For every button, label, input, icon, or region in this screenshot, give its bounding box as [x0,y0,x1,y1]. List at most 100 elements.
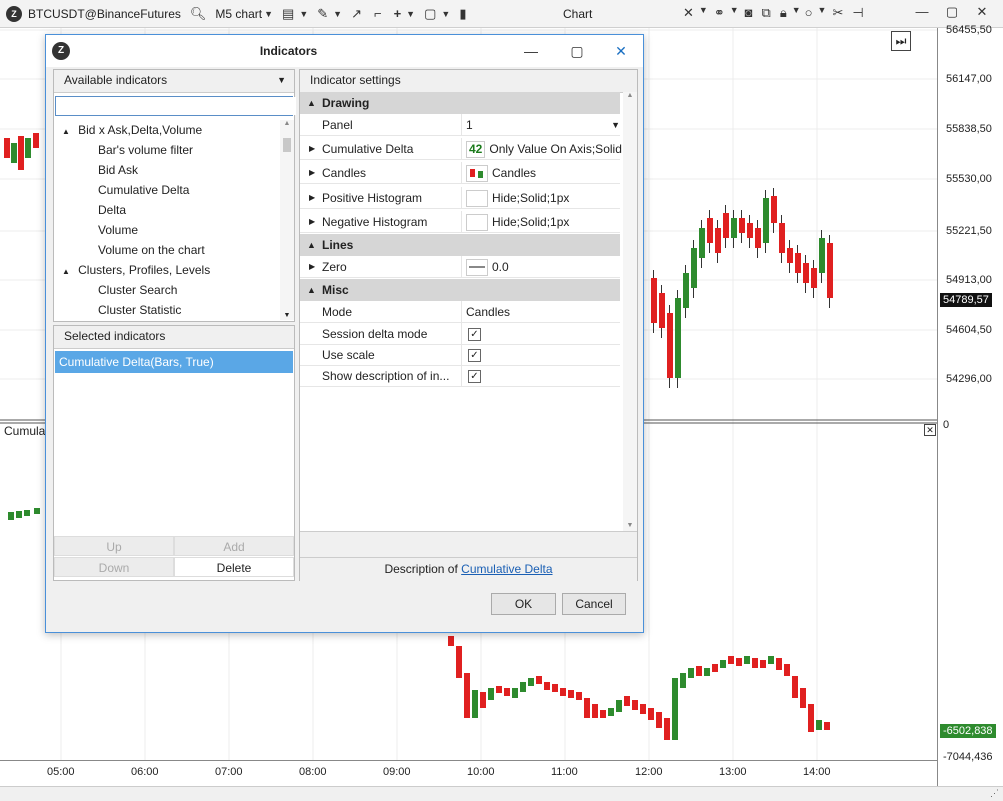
tree-item[interactable]: Cluster Statistic [54,300,280,320]
template-button[interactable]: ▤ ▼ [279,6,308,22]
setting-zero[interactable]: ▶ Zero 0.0 [300,256,620,278]
scroll-thumb[interactable] [283,138,291,152]
setting-value-cell[interactable]: Hide;Solid;1px [461,187,622,208]
selected-indicator-item[interactable]: Cumulative Delta(Bars, True) [55,351,293,373]
tree-item[interactable]: Cumulative Delta [54,180,280,200]
layout-button[interactable]: ▢ ▼ [421,6,450,22]
section-misc[interactable]: ▲ Misc [300,279,620,301]
setting-value-cell[interactable]: 42 Only Value On Axis;Solid [461,138,622,159]
timeframe-selector[interactable]: M5 chart ▼ [215,7,273,21]
close-icon[interactable]: ✕ [967,4,997,20]
setting-mode[interactable]: Mode Candles [300,301,620,323]
tree-item[interactable]: Bid Ask [54,160,280,180]
delete-button[interactable]: Delete [174,557,294,577]
tree-item[interactable]: Volume on the chart [54,240,280,260]
tree-scrollbar[interactable]: ▲ ▼ [280,120,294,320]
maximize-icon[interactable]: ▢ [937,4,967,20]
scroll-down-icon[interactable]: ▼ [280,312,294,319]
camera-icon[interactable]: ◙ [745,5,753,21]
section-drawing[interactable]: ▲ Drawing [300,92,620,114]
use-scale-checkbox[interactable]: ✓ [468,349,481,363]
candle [16,511,22,518]
setting-show-description[interactable]: Show description of in... ✓ [300,365,620,387]
setting-use-scale[interactable]: Use scale ✓ [300,344,620,366]
cancel-button[interactable]: Cancel [562,593,626,615]
scroll-up-icon[interactable]: ▲ [623,92,637,99]
tree-item-label: Volume [98,223,139,237]
expand-icon[interactable]: ▶ [309,162,315,184]
tree-item[interactable]: Volume [54,220,280,240]
setting-panel[interactable]: Panel 1 ▼ [300,114,620,136]
price-scale[interactable]: 56455,50 56147,00 55838,50 55530,00 55221,50… [937,24,1003,786]
show-description-checkbox[interactable]: ✓ [468,370,481,384]
expand-icon[interactable]: ▶ [309,138,315,160]
close-icon[interactable]: ✕ [598,35,644,67]
description-link[interactable]: Cumulative Delta [461,562,552,576]
setting-value-cell[interactable]: Hide;Solid;1px [461,211,622,232]
setting-cumulative-delta[interactable]: ▶ Cumulative Delta 42 Only Value On Axis;So… [300,138,622,160]
setting-value-cell[interactable]: Candles [461,162,622,183]
setting-candles[interactable]: ▶ Candles Candles [300,162,620,184]
tree-item[interactable]: Bar's volume filter [54,140,280,160]
scroll-up-icon[interactable]: ▲ [280,120,294,127]
minimize-icon[interactable]: — [907,4,937,20]
price-tick-label: 56147,00 [946,73,992,85]
settings-scrollbar[interactable]: ▲ ▼ [623,92,637,531]
setting-session-delta-mode[interactable]: Session delta mode ✓ [300,323,620,345]
template-icon: ▤ [282,5,295,21]
minimize-icon[interactable]: — [508,35,554,67]
tree-item[interactable]: Delta [54,200,280,220]
ok-button[interactable]: OK [491,593,556,615]
panel-close-icon[interactable]: ✕ [924,424,936,436]
expand-icon[interactable]: ▶ [309,187,315,209]
crosshair-button[interactable]: + ▼ [391,6,416,21]
link-icon[interactable]: ⚭ [714,5,725,21]
chevron-down-icon[interactable]: ▼ [730,5,739,21]
session-delta-checkbox[interactable]: ✓ [468,328,481,342]
chevron-down-icon[interactable]: ▼ [699,5,708,21]
ruler-button[interactable]: ⌐ [371,6,385,21]
expand-icon[interactable]: ▶ [309,256,315,278]
draw-button[interactable]: ✎ ▼ [314,6,342,22]
lock-icon[interactable]: 🔒︎ [780,5,787,21]
circle-icon[interactable]: ○ [805,5,813,21]
symbol-selector[interactable]: BTCUSDT@BinanceFutures [28,7,181,21]
time-axis[interactable]: 05:00 06:00 07:00 08:00 09:00 10:00 11:00 12:00… [0,760,937,787]
down-button[interactable]: Down [54,557,174,577]
chevron-down-icon[interactable]: ▼ [792,5,801,21]
scroll-down-icon[interactable]: ▼ [623,522,637,529]
section-lines[interactable]: ▲ Lines [300,234,620,256]
candle [744,656,750,664]
chevron-down-icon[interactable]: ▼ [818,5,827,21]
settings-footer-spacer [300,531,637,557]
tree-group[interactable]: ▲ Bid x Ask,Delta,Volume [54,120,280,140]
setting-negative-histogram[interactable]: ▶ Negative Histogram Hide;Solid;1px [300,211,620,233]
setting-value[interactable]: Candles [461,301,622,322]
candle [763,198,769,243]
setting-value-cell[interactable]: 0.0 [461,256,622,277]
search-button[interactable]: 🔍︎ [187,6,210,22]
panel-select[interactable]: 1 ▼ [461,114,622,135]
tree-group[interactable]: ▲ Clusters, Profiles, Levels [54,260,280,280]
indicator-search-input[interactable] [56,97,296,115]
magnet-icon[interactable]: ✕ [683,5,694,21]
add-button[interactable]: Add [174,536,294,556]
maximize-icon[interactable]: ▢ [554,35,600,67]
book-button[interactable]: ▮ [456,6,469,22]
tools-icon[interactable]: ✂ [832,5,843,21]
setting-positive-histogram[interactable]: ▶ Positive Histogram Hide;Solid;1px [300,187,620,209]
available-indicators-dropdown[interactable]: Available indicators ▼ [54,70,294,93]
price-tick-label: 54913,00 [946,274,992,286]
pin-icon[interactable]: ⊣ [852,5,863,21]
dialog-title: Indicators [259,44,318,58]
copy-icon[interactable]: ⧉ [762,5,771,21]
tree-item[interactable]: Cluster Search [54,280,280,300]
collapse-icon[interactable]: ▲ [62,127,72,136]
scroll-to-end-icon[interactable]: ⏭ [891,31,911,51]
up-button[interactable]: Up [54,536,174,556]
expand-icon[interactable]: ▶ [309,211,315,233]
horizontal-scrollbar[interactable]: ⋰ [0,786,1003,801]
candle [624,696,630,706]
collapse-icon[interactable]: ▲ [62,267,72,276]
indicators-button[interactable]: ↗ [348,6,365,22]
